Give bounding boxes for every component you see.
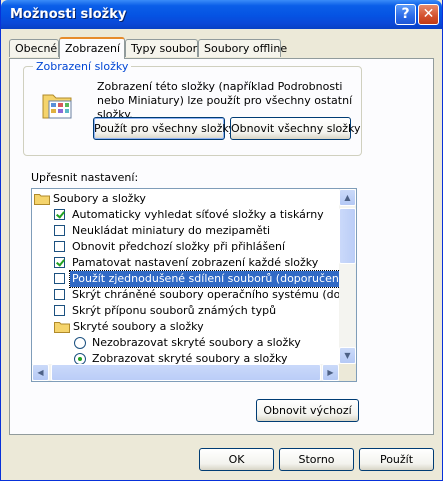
chevron-up-icon: ▲ xyxy=(344,193,351,202)
scroll-down-button[interactable]: ▼ xyxy=(339,347,356,364)
option-label-selected: Použít zjednodušené sdílení souborů (dop… xyxy=(69,270,353,288)
folder-view-icon xyxy=(42,94,72,119)
advanced-settings-label: Upřesnit nastavení: xyxy=(31,171,139,184)
reset-all-folders-button[interactable]: Obnovit všechny složky xyxy=(230,117,361,140)
scroll-corner xyxy=(339,364,356,381)
help-button[interactable]: ? xyxy=(395,4,416,25)
option-label: Automaticky vyhledat síťové složky a tis… xyxy=(72,208,324,221)
tab-view[interactable]: Zobrazení xyxy=(59,37,125,59)
option-label: Pamatovat nastavení zobrazení každé slož… xyxy=(72,256,319,269)
chevron-right-icon: ▶ xyxy=(327,368,334,377)
help-icon: ? xyxy=(401,6,410,22)
option-label: Skrýt chráněné soubory operačního systém… xyxy=(72,288,357,301)
vertical-scroll-thumb[interactable] xyxy=(339,208,356,264)
apply-button[interactable]: Použít xyxy=(359,448,434,471)
checkbox[interactable] xyxy=(54,209,65,220)
folder-icon xyxy=(34,194,50,205)
checkbox[interactable] xyxy=(54,273,65,284)
option-label: Skrýt příponu souborů známých typů xyxy=(72,304,277,317)
option-label: Neukládat miniatury do mezipaměti xyxy=(72,224,271,237)
scroll-up-button[interactable]: ▲ xyxy=(339,189,356,206)
checkbox[interactable] xyxy=(54,257,65,268)
tree-item-label: Soubory a složky xyxy=(53,192,146,205)
apply-to-all-folders-button[interactable]: Použít pro všechny složky xyxy=(93,117,235,140)
folder-views-description: Zobrazení této složky (například Podrobn… xyxy=(97,80,353,121)
radio-button[interactable] xyxy=(74,337,86,349)
folder-views-title: Zobrazení složky xyxy=(33,60,132,73)
tree-item-label: Skryté soubory a složky xyxy=(73,320,204,333)
chevron-left-icon: ◀ xyxy=(37,368,44,377)
close-button[interactable]: ✕ xyxy=(418,4,439,25)
folder-icon xyxy=(54,322,70,333)
vertical-scrollbar[interactable]: ▲ ▼ xyxy=(339,189,356,364)
option-label: Obnovit předchozí složky při přihlášení xyxy=(72,240,285,253)
window-title: Možnosti složky xyxy=(10,7,127,22)
cancel-button[interactable]: Storno xyxy=(279,448,354,471)
horizontal-scroll-thumb[interactable] xyxy=(51,364,321,381)
chevron-down-icon: ▼ xyxy=(344,351,351,360)
scroll-right-button[interactable]: ▶ xyxy=(322,364,339,381)
scroll-left-button[interactable]: ◀ xyxy=(32,364,49,381)
restore-defaults-button[interactable]: Obnovit výchozí xyxy=(256,399,359,422)
checkbox[interactable] xyxy=(54,289,65,300)
close-icon: ✕ xyxy=(422,6,435,22)
checkbox[interactable] xyxy=(54,305,65,316)
advanced-settings-tree[interactable]: Soubory a složky Automaticky vyhledat sí… xyxy=(31,188,357,382)
checkbox[interactable] xyxy=(54,241,65,252)
ok-button[interactable]: OK xyxy=(199,448,274,471)
tab-offline-files[interactable]: Soubory offline xyxy=(198,39,287,57)
tab-general[interactable]: Obecné xyxy=(9,39,59,57)
title-bar[interactable]: Možnosti složky ? ✕ xyxy=(1,0,442,29)
horizontal-scrollbar[interactable]: ◀ ▶ xyxy=(32,364,339,381)
folder-options-dialog: Možnosti složky ? ✕ Obecné Zobrazení Typ… xyxy=(0,0,443,481)
checkbox[interactable] xyxy=(54,225,65,236)
tab-file-types[interactable]: Typy souborů xyxy=(125,39,204,57)
option-label: Nezobrazovat skryté soubory a složky xyxy=(92,336,301,349)
